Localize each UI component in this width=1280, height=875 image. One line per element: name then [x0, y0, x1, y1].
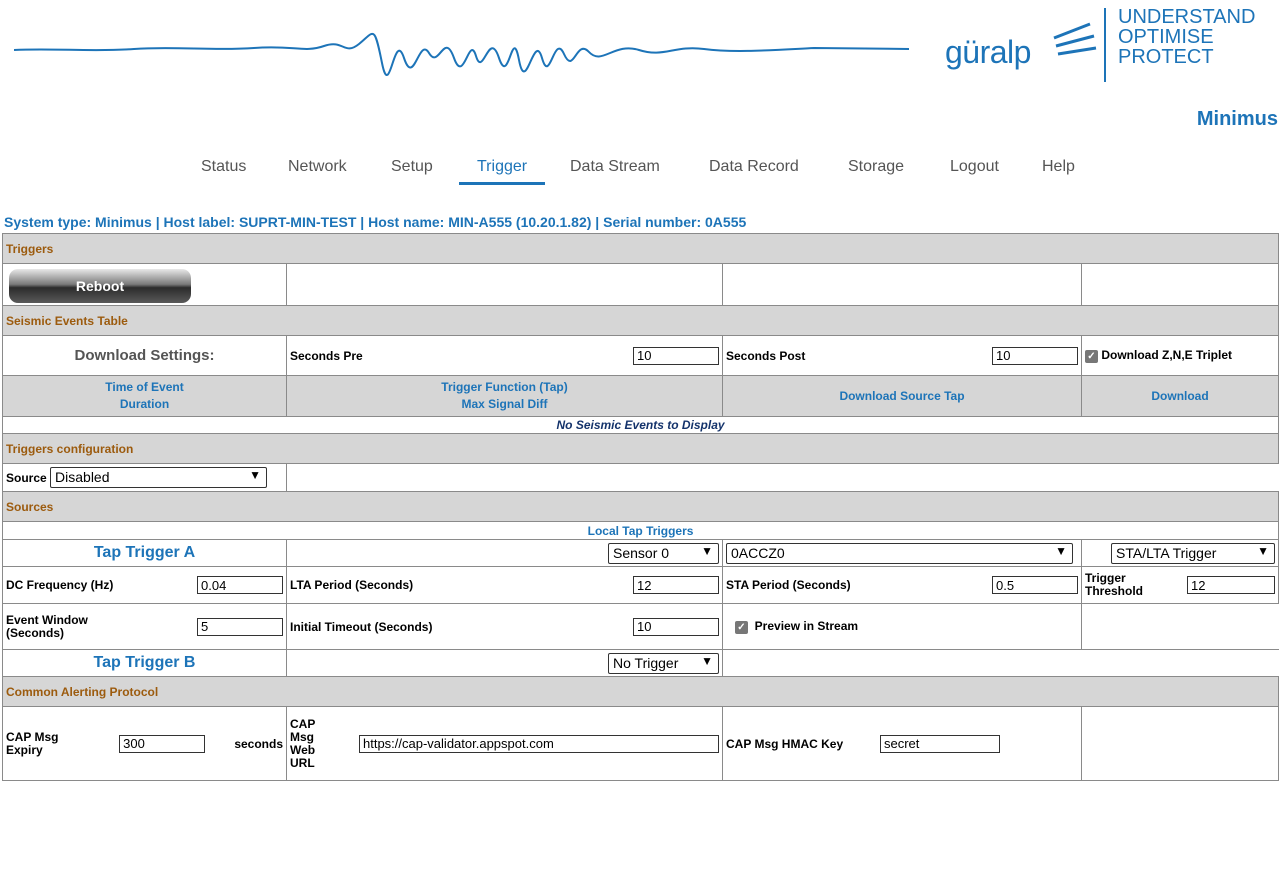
trigger-type-select[interactable]: STA/LTA Trigger ▼: [1111, 542, 1276, 564]
chevron-down-icon: ▼: [701, 543, 713, 558]
reboot-button[interactable]: Reboot: [9, 269, 191, 303]
seconds-post-label: Seconds Post: [726, 348, 806, 363]
main-nav: Status Network Setup Trigger Data Stream…: [0, 158, 1280, 188]
guralp-logo-text: güralp: [945, 34, 1031, 70]
tap-b-trigger-select-value: No Trigger: [613, 654, 679, 671]
trigger-table: Triggers Reboot Seismic Events Table Dow…: [1, 233, 1280, 781]
source-select[interactable]: Disabled ▼: [50, 467, 268, 488]
nav-help[interactable]: Help: [1042, 158, 1075, 182]
preview-in-stream-checkbox[interactable]: ✓: [735, 620, 748, 634]
nav-status[interactable]: Status: [201, 158, 246, 182]
tagline: UNDERSTAND OPTIMISE PROTECT: [1118, 7, 1255, 67]
initial-timeout-input[interactable]: [633, 617, 719, 636]
event-window-input[interactable]: [197, 617, 283, 636]
tap-trigger-b-label: Tap Trigger B: [2, 649, 287, 677]
section-title-sources: Sources: [1, 491, 1280, 522]
nav-network[interactable]: Network: [288, 158, 347, 182]
download-triplet-checkbox[interactable]: ✓: [1085, 349, 1098, 363]
seconds-pre-label: Seconds Pre: [290, 348, 363, 363]
seconds-pre-input[interactable]: [633, 346, 719, 365]
dc-frequency-input[interactable]: [197, 576, 283, 594]
tagline-line: OPTIMISE: [1118, 26, 1214, 48]
col-time-of-event: Time of Event: [105, 380, 184, 394]
section-title-triggers: Triggers: [1, 233, 1280, 264]
empty-cell: [721, 649, 1279, 677]
sta-period-label: STA Period (Seconds): [726, 578, 851, 592]
col-max-signal-diff: Max Signal Diff: [461, 397, 548, 411]
cap-expiry-input[interactable]: [119, 734, 206, 753]
channel-select[interactable]: 0ACCZ0 ▼: [726, 542, 1073, 564]
download-triplet-label: Download Z,N,E Triplet: [1101, 348, 1233, 363]
preview-in-stream-label: Preview in Stream: [754, 619, 859, 634]
initial-timeout-label: Initial Timeout (Seconds): [290, 619, 433, 634]
seconds-post-input[interactable]: [992, 346, 1078, 365]
product-name: Minimus: [1196, 108, 1278, 130]
cap-url-label: CAP Msg Web URL: [290, 716, 316, 770]
nav-data-record[interactable]: Data Record: [709, 158, 799, 182]
sta-period-input[interactable]: [992, 576, 1078, 594]
seismic-wave-logo: [14, 32, 910, 77]
trigger-threshold-input[interactable]: [1187, 576, 1276, 594]
local-tap-triggers-label: Local Tap Triggers: [1, 521, 1280, 540]
chevron-down-icon: ▼: [249, 468, 262, 482]
source-select-value: Disabled: [55, 469, 110, 485]
tap-trigger-a-label: Tap Trigger A: [2, 539, 287, 567]
system-info: System type: Minimus | Host label: SUPRT…: [4, 214, 747, 230]
chevron-down-icon: ▼: [1055, 543, 1067, 558]
empty-cell: [1080, 603, 1279, 650]
nav-trigger[interactable]: Trigger: [459, 158, 546, 185]
source-label: Source: [6, 471, 47, 485]
col-trigger-function-tap: Trigger Function (Tap): [441, 380, 568, 394]
channel-select-value: 0ACCZ0: [731, 544, 785, 561]
nav-storage[interactable]: Storage: [848, 158, 904, 182]
event-window-label: Event Window (Seconds): [6, 612, 88, 640]
col-download: Download: [1080, 375, 1280, 417]
cap-hmac-label: CAP Msg HMAC Key: [726, 736, 844, 751]
tap-b-trigger-select[interactable]: No Trigger ▼: [608, 652, 719, 674]
col-trigger-function: Trigger Function (Tap) Max Signal Diff: [286, 375, 723, 417]
tagline-line: PROTECT: [1118, 46, 1214, 68]
nav-setup[interactable]: Setup: [391, 158, 433, 182]
cap-expiry-label: CAP Msg Expiry: [6, 729, 59, 757]
chevron-down-icon: ▼: [701, 653, 713, 668]
empty-cell: [286, 263, 723, 306]
section-title-cap: Common Alerting Protocol: [1, 676, 1280, 707]
dc-frequency-label: DC Frequency (Hz): [6, 578, 114, 592]
empty-cell: [722, 263, 1082, 306]
tagline-line: UNDERSTAND: [1118, 6, 1256, 28]
section-title-triggers-config: Triggers configuration: [1, 433, 1280, 464]
lta-period-label: LTA Period (Seconds): [290, 578, 414, 592]
empty-cell: [1080, 263, 1280, 306]
trigger-type-select-value: STA/LTA Trigger: [1116, 544, 1217, 561]
cap-url-input[interactable]: [359, 734, 719, 753]
col-time-duration: Time of Event Duration: [2, 375, 287, 417]
cap-expiry-unit: seconds: [234, 736, 283, 751]
nav-data-stream[interactable]: Data Stream: [570, 158, 660, 182]
sensor-select[interactable]: Sensor 0 ▼: [608, 542, 719, 564]
col-duration: Duration: [119, 397, 170, 411]
empty-cell: [1080, 706, 1280, 781]
nav-logout[interactable]: Logout: [950, 158, 999, 182]
empty-cell: [285, 463, 1279, 492]
logo-divider: [1104, 8, 1106, 82]
trigger-threshold-label: Trigger Threshold: [1085, 571, 1144, 598]
download-settings-label: Download Settings:: [2, 335, 287, 376]
cap-hmac-input[interactable]: [880, 734, 1000, 753]
col-download-source-tap: Download Source Tap: [722, 375, 1082, 417]
guralp-logo-mark-icon: [1053, 22, 1097, 56]
chevron-down-icon: ▼: [1257, 543, 1270, 558]
no-events-message: No Seismic Events to Display: [1, 416, 1280, 434]
lta-period-input[interactable]: [633, 576, 719, 594]
header: güralp UNDERSTAND OPTIMISE PROTECT: [0, 0, 1280, 100]
sensor-select-value: Sensor 0: [613, 544, 670, 561]
section-title-seismic-events: Seismic Events Table: [1, 305, 1280, 336]
